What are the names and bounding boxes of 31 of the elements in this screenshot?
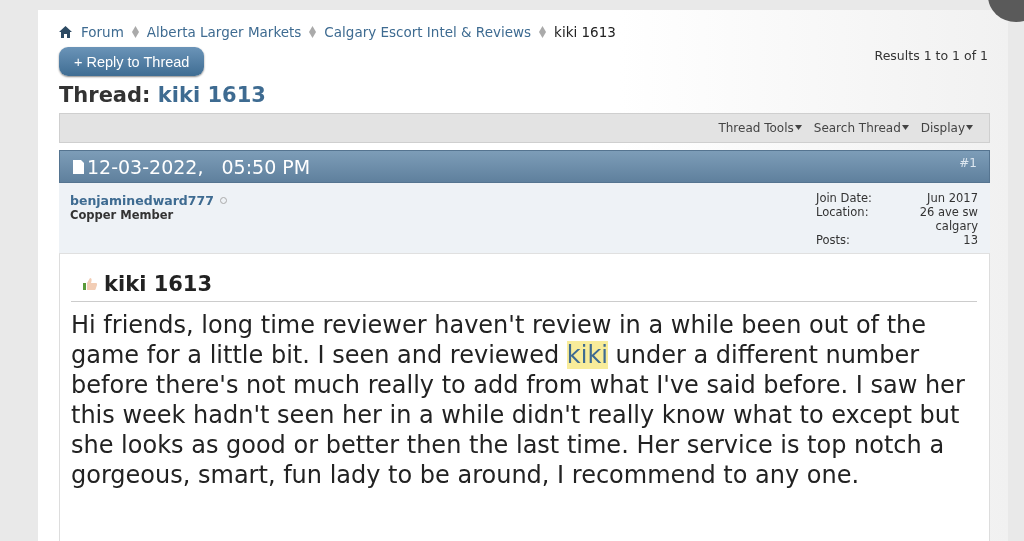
post-time: 05:50 PM <box>221 155 311 178</box>
info-label: Join Date: <box>816 191 873 205</box>
separator-icon <box>131 26 139 38</box>
breadcrumb-link[interactable]: Alberta Larger Markets <box>146 24 302 40</box>
info-value: 13 <box>962 233 978 247</box>
results-count: Results 1 to 1 of 1 <box>874 48 988 63</box>
separator-icon <box>539 26 547 38</box>
caret-icon <box>794 125 802 130</box>
post-title: kiki 1613 <box>104 272 213 296</box>
separator-icon <box>309 26 317 38</box>
info-value: 26 ave sw calgary <box>918 205 978 233</box>
info-label: Posts: <box>816 233 851 247</box>
home-icon[interactable] <box>59 26 72 38</box>
thread-title: Thread: kiki 1613 <box>59 83 267 107</box>
info-label: Location: <box>816 205 870 221</box>
info-value: Jun 2017 <box>925 191 978 205</box>
post-date: 12-03-2022, <box>87 155 204 178</box>
reply-button[interactable]: + Reply to Thread <box>59 47 205 76</box>
breadcrumb-link[interactable]: Forum <box>81 24 124 40</box>
toolbar-menu[interactable]: Search Thread <box>813 121 909 135</box>
username-link[interactable]: benjaminedward777 <box>70 193 214 208</box>
user-rank: Copper Member <box>70 208 175 222</box>
caret-icon <box>901 125 909 130</box>
breadcrumb-current: kiki 1613 <box>554 24 616 40</box>
caret-icon <box>966 125 973 130</box>
toolbar-menu[interactable]: Display <box>920 121 973 135</box>
thumbs-up-icon <box>82 277 98 291</box>
document-icon <box>73 159 84 174</box>
post-text: Hi friends, long time reviewer haven't review in a while been out of the game for a little bit. I seen and reviewed kiki under a different number before there's not much really to add from what I've said before. I saw her this week hadn't seen her in a while didn't really know what to except but she looks as good or better then the last time. Her service is top notch a gorgeous, smart, fun lady to be around, I recommend to any one. <box>71 310 966 490</box>
toolbar-menu[interactable]: Thread Tools <box>718 121 802 135</box>
breadcrumb-link[interactable]: Calgary Escort Intel & Reviews <box>324 24 532 40</box>
